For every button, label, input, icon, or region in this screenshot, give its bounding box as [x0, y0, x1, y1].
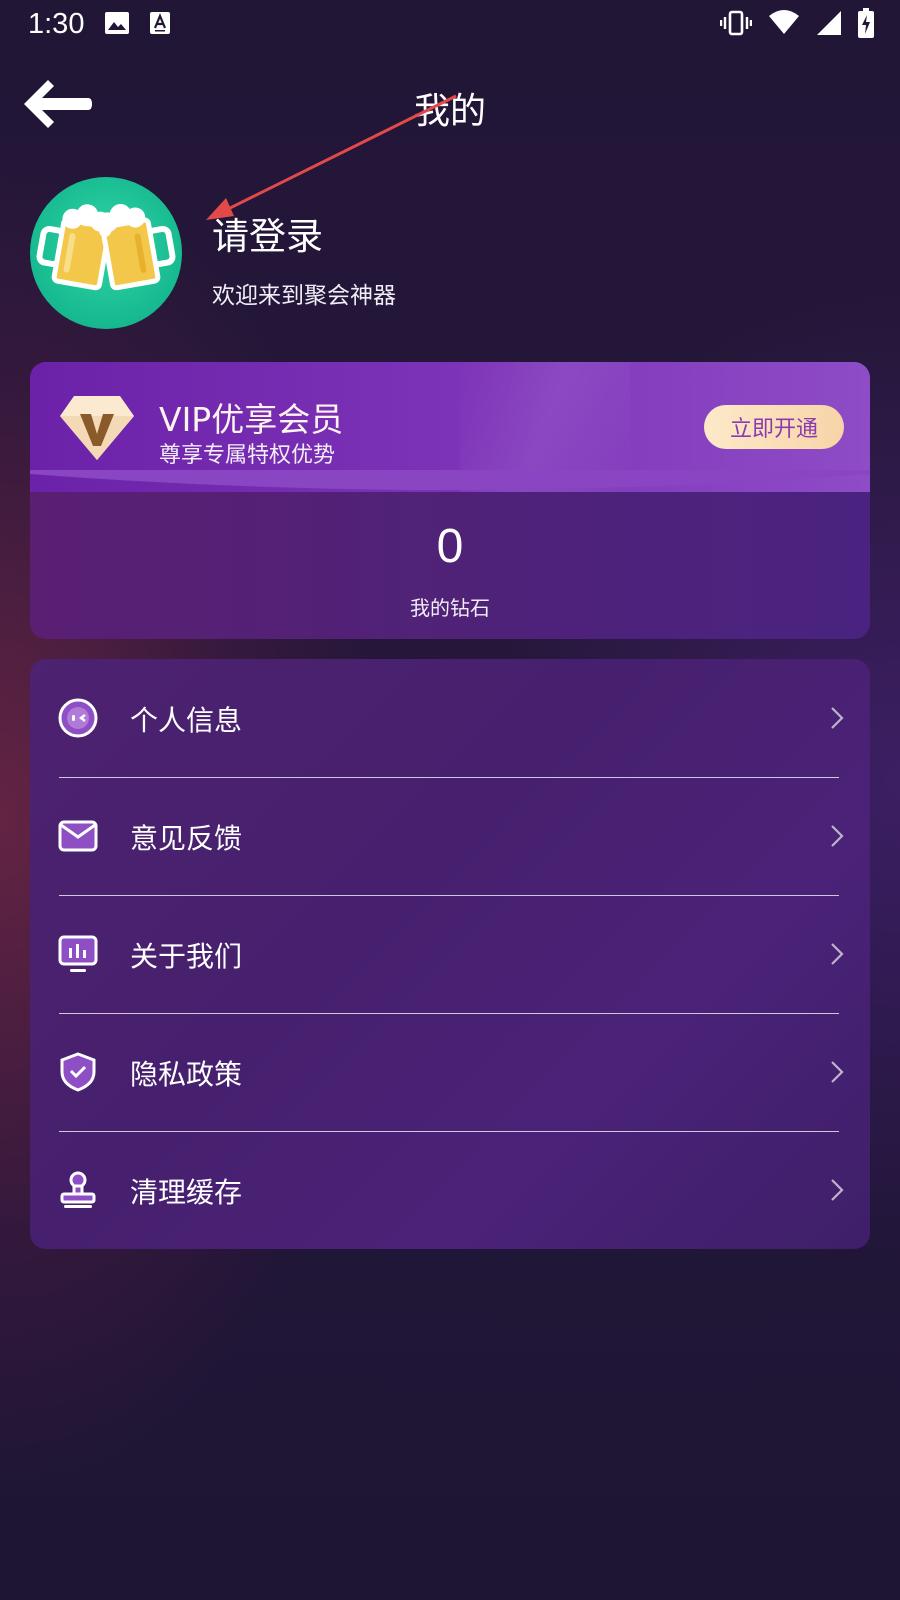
menu-card: 个人信息 意见反馈 关于我们 隐私政策 清理缓存 — [30, 659, 870, 1249]
status-bar: 1:30 — [0, 0, 900, 48]
menu-label: 清理缓存 — [130, 1176, 243, 1209]
mail-icon — [58, 820, 98, 852]
chevron-right-icon — [831, 707, 844, 729]
vip-subtitle: 尊享专属特权优势 — [159, 443, 336, 468]
image-icon — [105, 12, 129, 34]
menu-item-privacy-policy[interactable]: 隐私政策 — [30, 1013, 870, 1131]
chevron-right-icon — [831, 1061, 844, 1083]
menu-label: 关于我们 — [130, 940, 243, 973]
chevron-right-icon — [831, 943, 844, 965]
page-title: 我的 — [413, 91, 486, 132]
face-icon — [58, 698, 98, 738]
welcome-text: 欢迎来到聚会神器 — [212, 283, 396, 309]
chevron-right-icon — [831, 825, 844, 847]
beer-mugs-icon — [36, 204, 176, 291]
menu-item-clear-cache[interactable]: 清理缓存 — [30, 1131, 870, 1249]
vip-card: VIP优享会员 尊享专属特权优势 立即开通 0 我的钻石 — [30, 362, 870, 639]
diamond-label: 我的钻石 — [410, 596, 490, 620]
font-icon — [150, 12, 170, 34]
avatar[interactable] — [30, 177, 182, 329]
menu-item-about-us[interactable]: 关于我们 — [30, 895, 870, 1013]
vip-curve — [30, 470, 870, 490]
vip-title: VIP优享会员 — [159, 400, 344, 439]
menu-item-personal-info[interactable]: 个人信息 — [30, 659, 870, 777]
monitor-icon — [58, 935, 98, 972]
menu-label: 个人信息 — [130, 704, 243, 737]
stamp-icon — [60, 1171, 96, 1208]
wifi-icon — [769, 10, 799, 34]
vip-diamond-icon — [60, 396, 134, 460]
signal-icon — [817, 11, 841, 35]
chevron-right-icon — [831, 1179, 844, 1201]
shield-check-icon — [60, 1052, 96, 1092]
menu-label: 隐私政策 — [130, 1058, 243, 1091]
login-prompt[interactable]: 请登录 — [212, 206, 323, 260]
menu-label: 意见反馈 — [130, 822, 243, 855]
vip-open-button[interactable]: 立即开通 — [704, 405, 844, 449]
diamond-count: 0 — [436, 520, 464, 573]
menu-item-feedback[interactable]: 意见反馈 — [30, 777, 870, 895]
vibrate-icon — [720, 10, 752, 36]
battery-charging-icon — [858, 8, 874, 38]
status-time: 1:30 — [28, 8, 85, 40]
